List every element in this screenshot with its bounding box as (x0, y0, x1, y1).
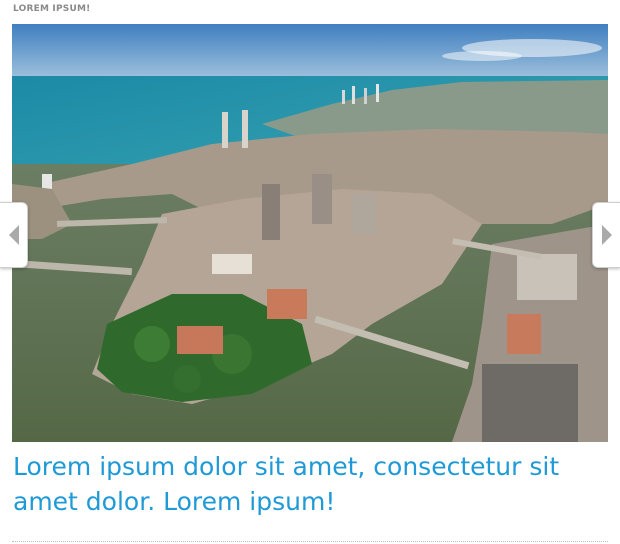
slider-kicker: LOREM IPSUM! (13, 4, 91, 14)
bottom-divider (12, 541, 608, 542)
slide-image[interactable] (12, 24, 608, 442)
chevron-right-icon (601, 225, 612, 245)
slider-next-button[interactable] (592, 202, 620, 268)
slider-prev-button[interactable] (0, 202, 28, 268)
chevron-left-icon (8, 225, 19, 245)
featured-slider: LOREM IPSUM! Lorem ipsum dolor sit amet,… (0, 0, 620, 544)
slide-headline-link[interactable]: Lorem ipsum dolor sit amet, consectetur … (13, 449, 608, 519)
